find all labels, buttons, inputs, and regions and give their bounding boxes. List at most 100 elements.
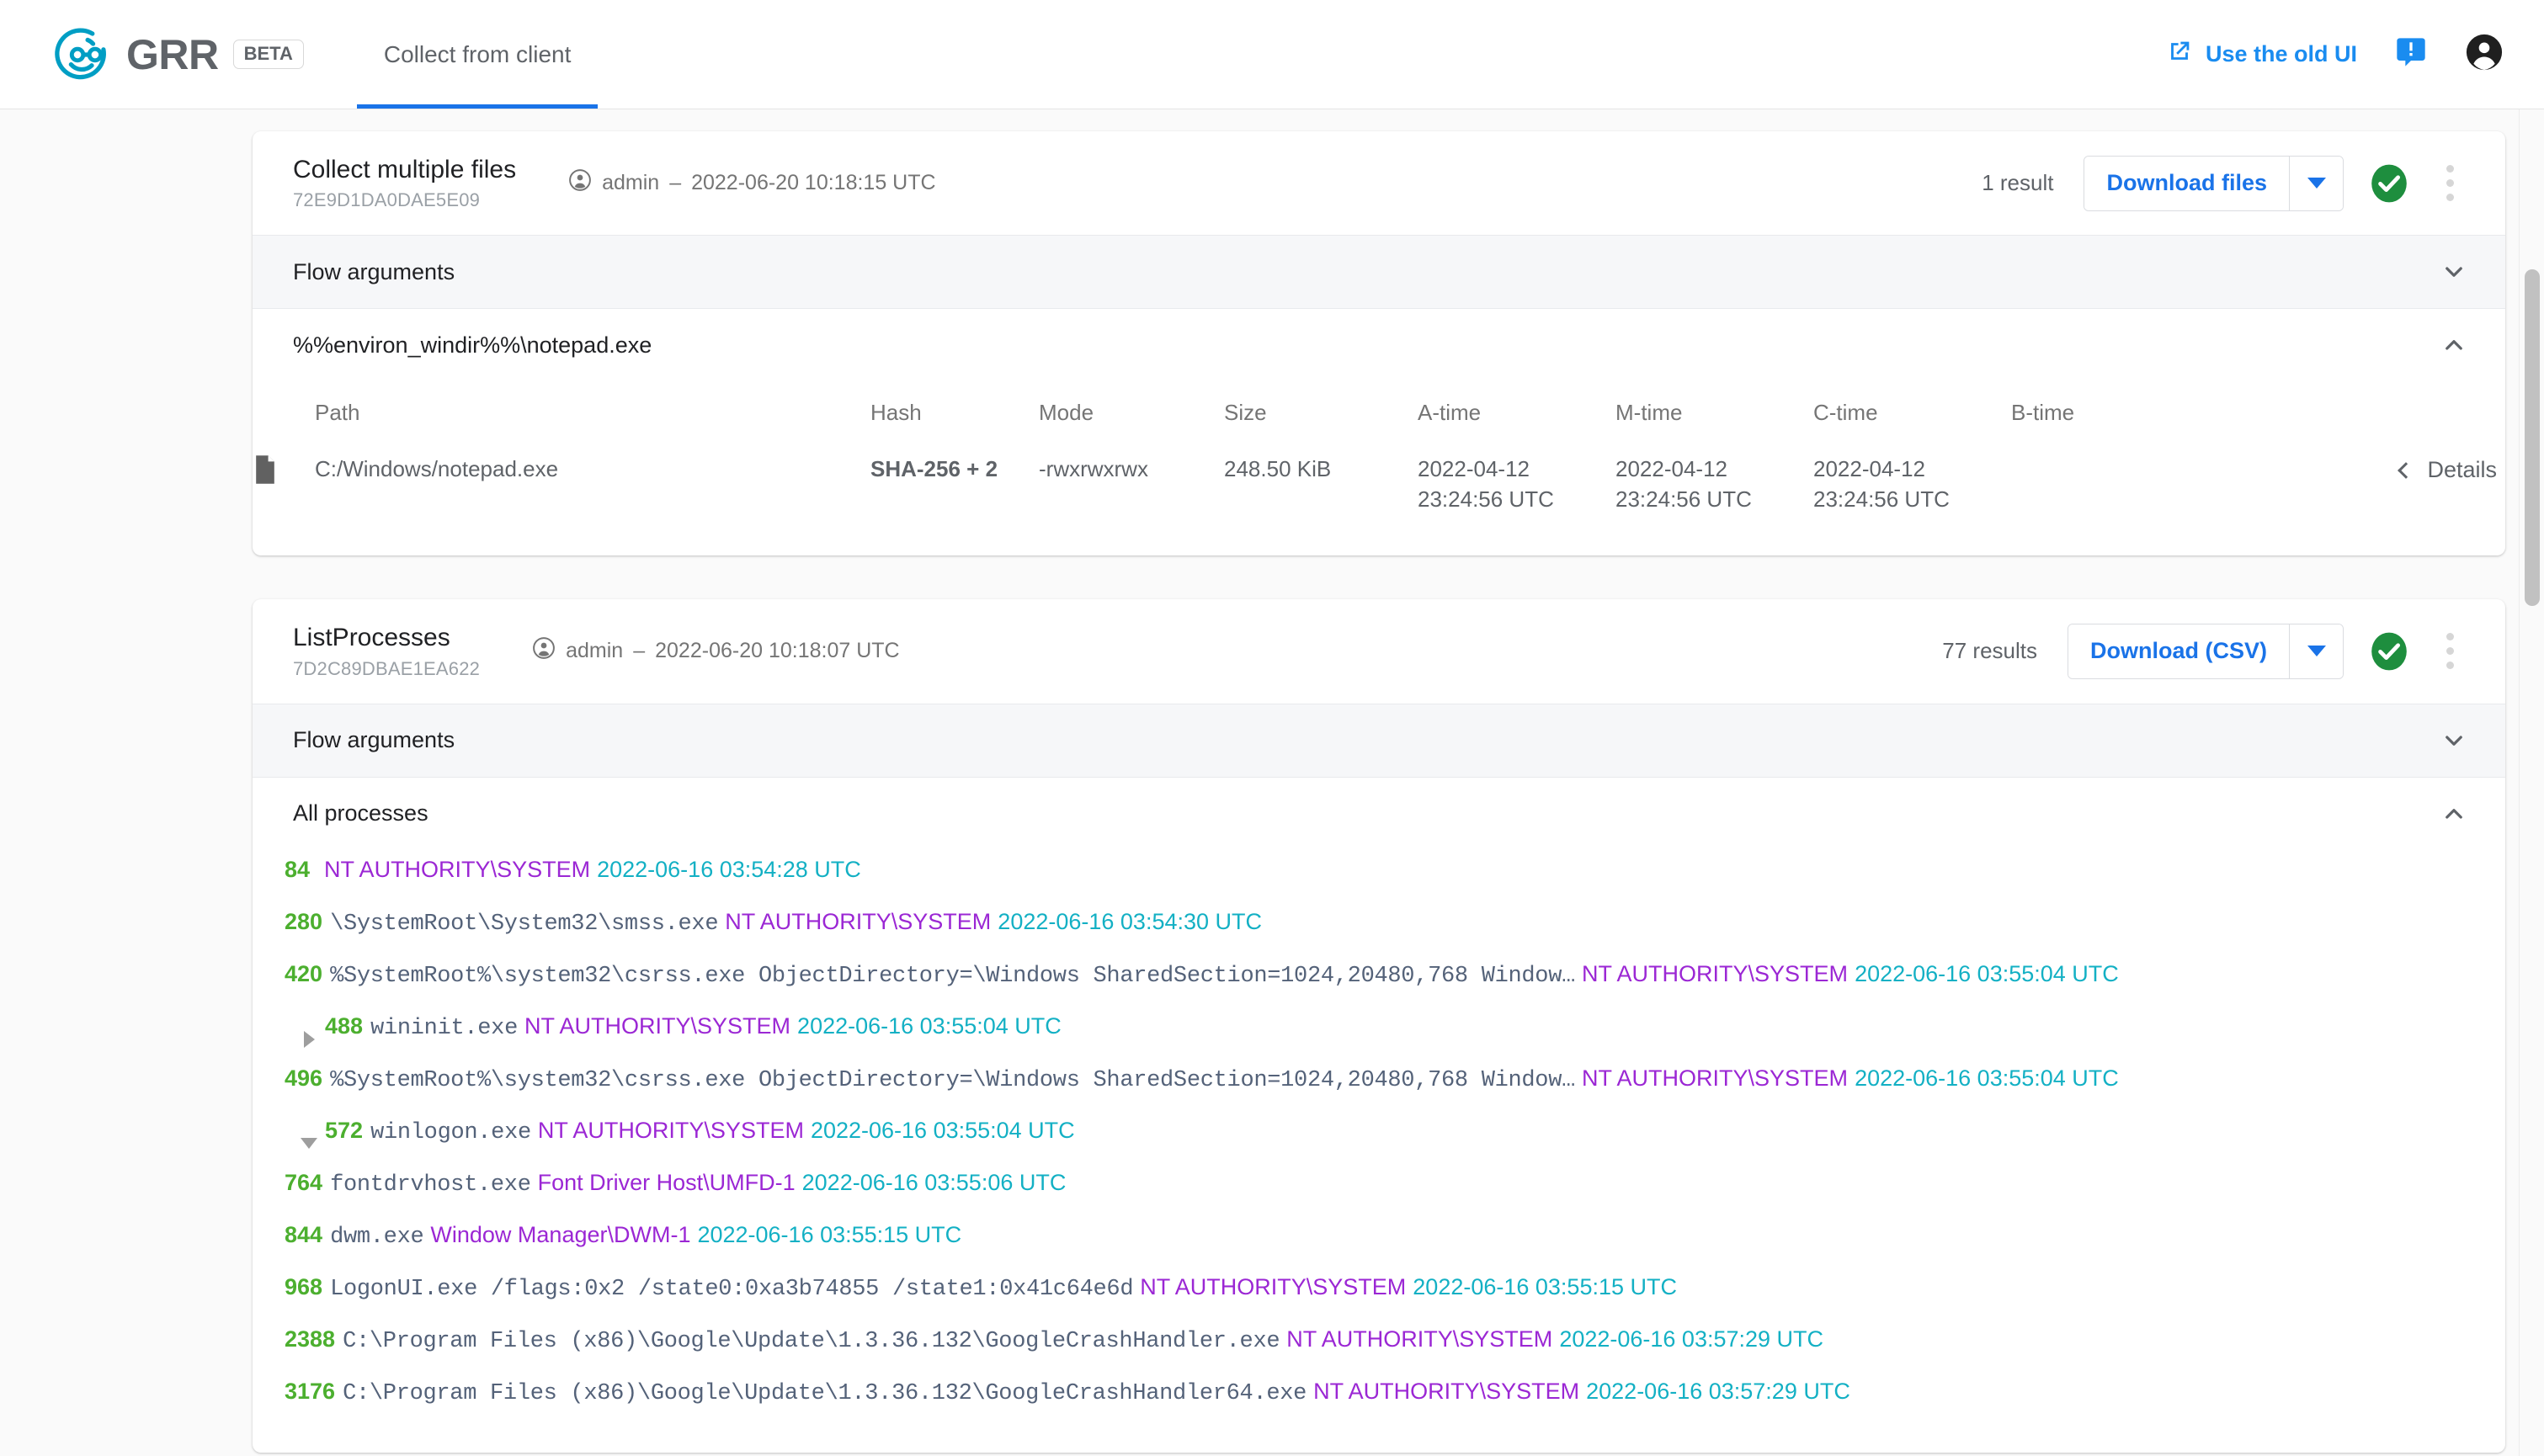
cell-mode: -rwxrwxrwx [1039, 456, 1148, 482]
chevron-up-icon [2446, 340, 2462, 350]
cell-mtime: 2022-04-12 23:24:56 UTC [1615, 454, 1813, 555]
download-menu-toggle[interactable] [2289, 624, 2343, 678]
atime-time: 23:24:56 UTC [1418, 486, 1554, 513]
flow-name: Collect multiple files [293, 156, 517, 183]
process-pid: 488 [325, 1012, 364, 1039]
open-in-new-icon [2165, 37, 2194, 72]
vertical-scrollbar[interactable] [2519, 109, 2544, 1456]
col-path: Path [315, 400, 360, 426]
feedback-icon[interactable] [2394, 35, 2428, 73]
flow-id: 7D2C89DBAE1EA622 [293, 657, 481, 679]
process-pid: 84 [285, 856, 311, 882]
process-start-time: 2022-06-16 03:54:28 UTC [597, 856, 861, 882]
col-atime: A-time [1418, 400, 1482, 426]
process-start-time: 2022-06-16 03:55:06 UTC [801, 1169, 1067, 1195]
process-start-time: 2022-06-16 03:55:04 UTC [797, 1012, 1062, 1039]
process-start-time: 2022-06-16 03:55:04 UTC [810, 1117, 1075, 1143]
process-pid: 3176 [285, 1378, 336, 1404]
flow-creator: admin [602, 171, 660, 195]
col-size: Size [1224, 400, 1267, 426]
process-commandline: \SystemRoot\System32\smss.exe [330, 911, 719, 937]
flow-meta: admin – 2022-06-20 10:18:07 UTC [532, 636, 900, 666]
flow-start-time: 2022-06-20 10:18:15 UTC [691, 171, 936, 195]
process-username: NT AUTHORITY\SYSTEM [1313, 1378, 1580, 1404]
flow-results-panel: %%environ_windir%%\notepad.exe Path Hash… [253, 308, 2505, 555]
process-row[interactable]: 280 \SystemRoot\System32\smss.exe NT AUTHO… [253, 909, 2505, 961]
process-commandline: %SystemRoot%\system32\csrss.exe ObjectDi… [330, 963, 1576, 989]
process-row[interactable]: 496 %SystemRoot%\system32\csrss.exe Objec… [253, 1065, 2505, 1118]
scrollbar-thumb[interactable] [2525, 269, 2540, 606]
flow-meta-separator: – [669, 171, 682, 195]
mtime-time: 23:24:56 UTC [1615, 486, 1752, 513]
use-old-ui-link[interactable]: Use the old UI [2165, 37, 2357, 72]
cell-atime: 2022-04-12 23:24:56 UTC [1418, 454, 1615, 555]
process-start-time: 2022-06-16 03:55:15 UTC [697, 1221, 962, 1247]
process-row[interactable]: 2388 C:\Program Files (x86)\Google\Update… [253, 1326, 2505, 1379]
results-panel-title: All processes [293, 800, 428, 826]
process-username: Window Manager\DWM-1 [430, 1221, 691, 1247]
download-files-button[interactable]: Download files [2084, 156, 2289, 210]
process-row[interactable]: 84 NT AUTHORITY\SYSTEM 2022-06-16 03:54:28… [253, 857, 2505, 909]
chevron-up-icon [2446, 808, 2462, 819]
flow-results-page: Collect multiple files 72E9D1DA0DAE5E09 … [0, 109, 2544, 1456]
person-icon [532, 636, 556, 666]
more-vert-icon[interactable] [2431, 165, 2468, 202]
process-start-time: 2022-06-16 03:57:29 UTC [1586, 1378, 1850, 1404]
download-menu-toggle[interactable] [2289, 156, 2343, 210]
account-circle-icon[interactable] [2465, 33, 2504, 76]
results-panel-toggle[interactable]: All processes [253, 778, 2505, 850]
process-row[interactable]: 3176 C:\Program Files (x86)\Google\Update… [253, 1379, 2505, 1431]
grr-logo-icon [52, 24, 114, 86]
chevron-down-icon [2446, 735, 2462, 746]
flow-meta-separator: – [633, 639, 646, 663]
process-row[interactable]: 844 dwm.exe Window Manager\DWM-1 2022-06-16… [253, 1222, 2505, 1274]
flow-arguments-title: Flow arguments [293, 727, 455, 753]
process-start-time: 2022-06-16 03:55:15 UTC [1413, 1273, 1677, 1299]
expand-less-icon[interactable] [293, 1138, 325, 1150]
process-pid: 420 [285, 960, 323, 986]
col-ctime: C-time [1813, 400, 1878, 426]
process-commandline: C:\Program Files (x86)\Google\Update\1.3… [343, 1328, 1280, 1354]
flow-arguments-panel: Flow arguments [253, 703, 2505, 777]
download-csv-button[interactable]: Download (CSV) [2068, 624, 2289, 678]
flow-arguments-panel: Flow arguments [253, 235, 2505, 309]
process-row[interactable]: 764 fontdrvhost.exe Font Driver Host\UMFD-… [253, 1170, 2505, 1222]
tab-collect-from-client[interactable]: Collect from client [356, 0, 599, 109]
nav-tabs: Collect from client [356, 0, 599, 109]
file-icon [253, 454, 315, 493]
status-badge [2369, 163, 2409, 204]
flow-id: 72E9D1DA0DAE5E09 [293, 189, 481, 211]
process-start-time: 2022-06-16 03:54:30 UTC [998, 908, 1263, 934]
process-row[interactable]: 488 wininit.exe NT AUTHORITY\SYSTEM 2022-06… [253, 1013, 2505, 1065]
process-pid: 280 [285, 908, 323, 934]
process-username: NT AUTHORITY\SYSTEM [537, 1117, 804, 1143]
process-username: NT AUTHORITY\SYSTEM [524, 1012, 791, 1039]
process-commandline: winlogon.exe [370, 1119, 531, 1145]
expand-more-icon[interactable] [293, 1030, 325, 1048]
process-start-time: 2022-06-16 03:55:04 UTC [1855, 1065, 2119, 1091]
table-row: C:/Windows/notepad.exe SHA-256 + 2 -rwxr… [253, 454, 2505, 555]
col-btime: B-time [2011, 400, 2075, 426]
result-count: 1 result [1982, 170, 2054, 196]
mtime-date: 2022-04-12 [1615, 456, 1727, 482]
details-button[interactable]: Details [2209, 454, 2505, 486]
process-start-time: 2022-06-16 03:55:04 UTC [1855, 960, 2119, 986]
flow-arguments-title: Flow arguments [293, 258, 455, 284]
process-row[interactable]: 968 LogonUI.exe /flags:0x2 /state0:0xa3b7… [253, 1274, 2505, 1326]
process-commandline: LogonUI.exe /flags:0x2 /state0:0xa3b7485… [330, 1276, 1134, 1302]
process-username: NT AUTHORITY\SYSTEM [324, 856, 591, 882]
ctime-date: 2022-04-12 [1813, 456, 1925, 482]
more-vert-icon[interactable] [2431, 633, 2468, 670]
process-row[interactable]: 420 %SystemRoot%\system32\csrss.exe Objec… [253, 961, 2505, 1013]
ctime-time: 23:24:56 UTC [1813, 486, 1950, 513]
process-row[interactable]: 572 winlogon.exe NT AUTHORITY\SYSTEM 2022-0… [253, 1118, 2505, 1170]
brand-name: GRR [126, 30, 219, 78]
flow-arguments-toggle[interactable]: Flow arguments [253, 704, 2505, 777]
flow-start-time: 2022-06-20 10:18:07 UTC [655, 639, 900, 663]
results-panel-toggle[interactable]: %%environ_windir%%\notepad.exe [253, 309, 2505, 381]
flow-arguments-toggle[interactable]: Flow arguments [253, 236, 2505, 309]
cell-details: Details [2209, 454, 2505, 555]
process-username: NT AUTHORITY\SYSTEM [1582, 1065, 1849, 1091]
process-start-time: 2022-06-16 03:57:29 UTC [1559, 1326, 1824, 1352]
beta-badge: BETA [232, 40, 304, 69]
